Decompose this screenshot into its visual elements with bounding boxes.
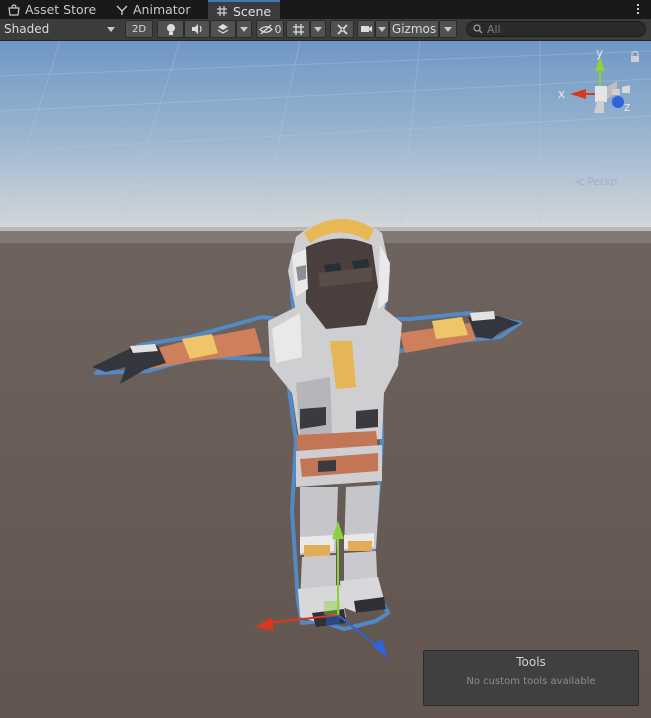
tab-animator[interactable]: Animator: [108, 0, 208, 19]
chevron-down-icon: [378, 26, 386, 32]
scene-window: Asset Store Animator Scene Shaded 2D 0 G…: [0, 0, 651, 718]
speaker-icon: [191, 24, 202, 34]
camera-dropdown[interactable]: [375, 20, 389, 38]
search-input[interactable]: [487, 22, 627, 36]
scene-toolbar: Shaded 2D 0 Gizmos All: [0, 19, 651, 41]
tools-icon: [336, 23, 348, 35]
camera-icon: [360, 26, 372, 32]
lightbulb-icon: [166, 23, 175, 35]
axis-y-label: y: [596, 46, 603, 60]
scene-visibility-toggle[interactable]: 0: [256, 20, 284, 38]
toggle-2d-button[interactable]: 2D: [125, 20, 153, 38]
more-options-icon[interactable]: [631, 2, 645, 16]
tab-scene[interactable]: Scene: [208, 0, 280, 20]
chevron-down-icon: [314, 26, 322, 32]
chevron-down-icon: [444, 26, 452, 32]
tab-asset-store[interactable]: Asset Store: [0, 0, 108, 19]
effects-dropdown[interactable]: [236, 20, 252, 38]
camera-button[interactable]: [357, 20, 375, 38]
chevron-down-icon: [107, 26, 115, 32]
tools-overlay-title: Tools: [516, 655, 546, 669]
projection-toggle[interactable]: Persp: [575, 175, 617, 188]
grid-toggle[interactable]: [286, 20, 310, 38]
tab-bar: Asset Store Animator Scene: [0, 0, 651, 20]
projection-label: Persp: [587, 175, 618, 188]
layers-icon: [217, 24, 229, 34]
lighting-toggle[interactable]: [157, 20, 184, 38]
axis-z-label: z: [624, 100, 630, 114]
tab-label: Scene: [233, 3, 272, 19]
animator-icon: [116, 4, 128, 16]
gizmos-dropdown[interactable]: [439, 20, 457, 38]
hidden-objects-count: 0: [274, 22, 282, 36]
chevron-down-icon: [240, 26, 248, 32]
axis-x-label: x: [558, 87, 565, 101]
tool-settings-toggle[interactable]: [330, 20, 354, 38]
scene-render: y x z: [0, 41, 651, 718]
search-field[interactable]: [466, 21, 646, 37]
tools-overlay: Tools No custom tools available: [423, 650, 639, 706]
tab-label: Asset Store: [25, 2, 97, 17]
scene-viewport[interactable]: y x z Persp Tools No custom tools availa…: [0, 41, 651, 718]
gizmos-label: Gizmos: [391, 22, 437, 36]
grid-icon: [292, 23, 304, 35]
hidden-eye-icon: [258, 24, 273, 34]
scene-grid-icon: [216, 5, 228, 17]
effects-toggle[interactable]: [210, 20, 236, 38]
draw-mode-label: Shaded: [4, 22, 50, 36]
toggle-2d-label: 2D: [131, 23, 147, 35]
perspective-icon: [575, 177, 585, 186]
tools-overlay-message: No custom tools available: [466, 676, 596, 687]
gizmos-button[interactable]: Gizmos: [389, 20, 439, 38]
grid-dropdown[interactable]: [310, 20, 326, 38]
audio-toggle[interactable]: [184, 20, 210, 38]
search-icon: [473, 24, 483, 34]
asset-store-icon: [8, 3, 20, 16]
tab-label: Animator: [133, 2, 191, 17]
draw-mode-dropdown[interactable]: Shaded: [0, 20, 120, 38]
